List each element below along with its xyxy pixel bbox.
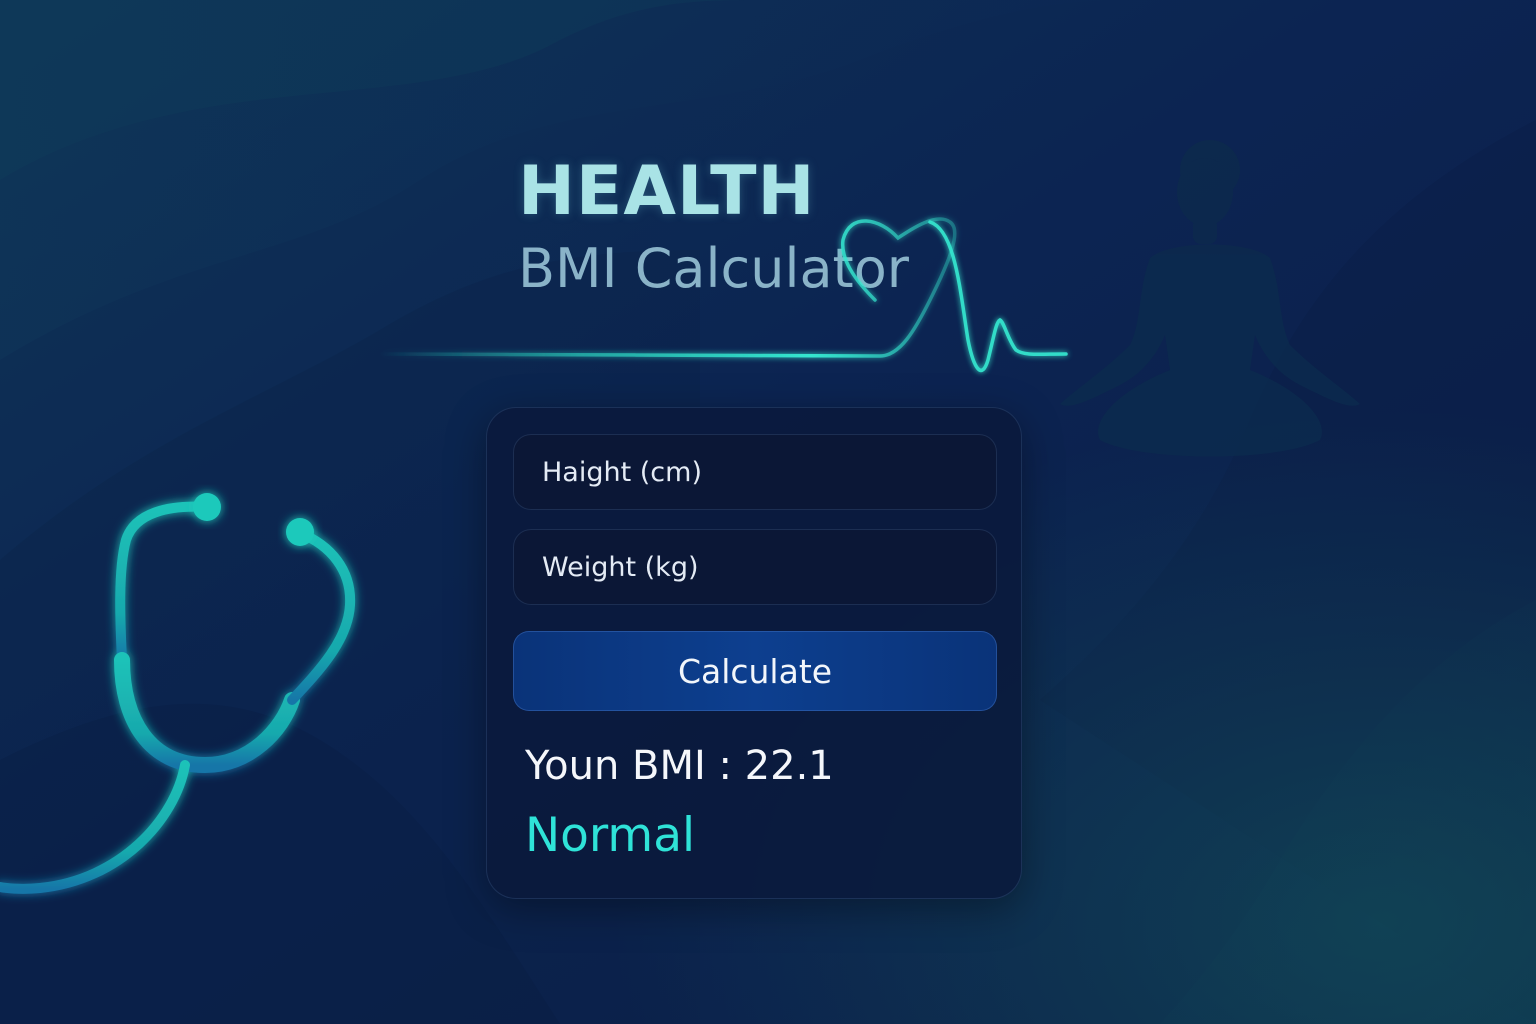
bmi-category: Normal <box>525 808 696 863</box>
bmi-value: 22.1 <box>744 743 834 789</box>
bmi-result-label: Youn BMI : <box>525 743 745 789</box>
page-subtitle: BMI Calculator <box>518 237 909 300</box>
bmi-result: Youn BMI : 22.1 <box>525 743 834 789</box>
calculate-button[interactable]: Calculate <box>513 631 997 711</box>
bmi-calculator-card: Calculate Youn BMI : 22.1 Normal <box>486 407 1022 899</box>
weight-input[interactable] <box>513 529 997 605</box>
height-input[interactable] <box>513 434 997 510</box>
page-title: HEALTH <box>518 152 816 231</box>
title-block: HEALTH BMI Calculator <box>518 150 998 304</box>
